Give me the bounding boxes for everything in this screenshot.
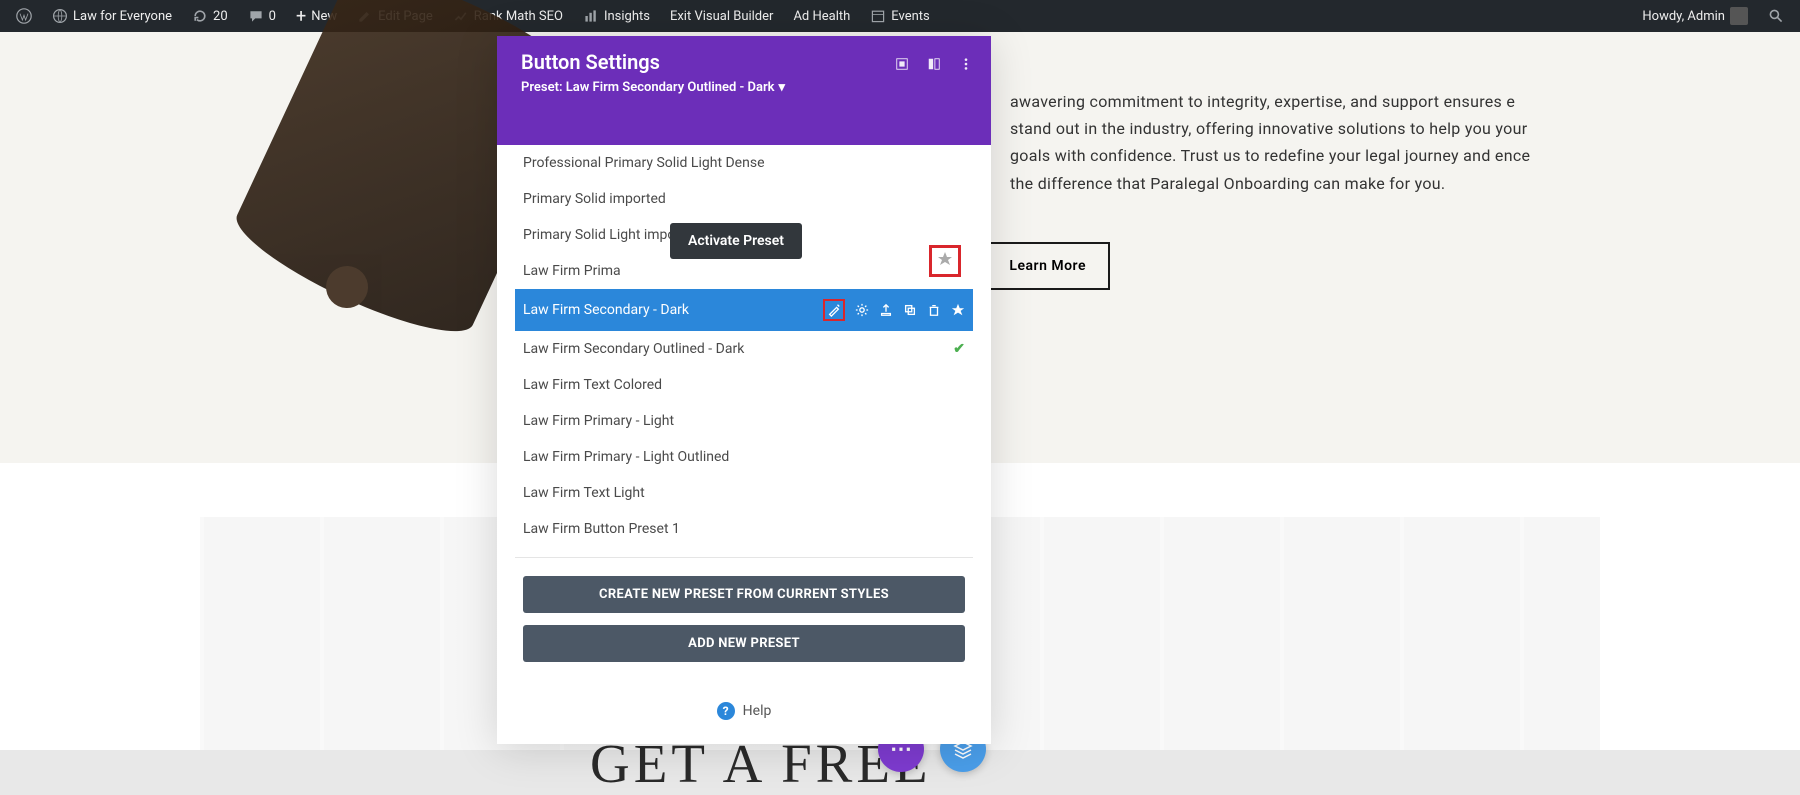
comments[interactable]: 0 [240,0,284,32]
help-label: Help [743,703,772,719]
preset-text: Law Firm Primary - Light Outlined [523,449,729,465]
refresh-count: 20 [213,9,228,24]
add-preset-button[interactable]: ADD NEW PRESET [523,625,965,662]
wp-admin-bar: Law for Everyone 20 0 +New Edit Page Ran… [0,0,1800,32]
preset-item[interactable]: Law Firm Button Preset 1 [523,511,965,547]
preset-item-selected[interactable]: Law Firm Secondary - Dark [515,289,973,331]
adhealth-label: Ad Health [793,9,850,24]
site-name[interactable]: Law for Everyone [44,0,180,32]
help-icon: ? [717,702,735,720]
preset-text: Law Firm Primary - Light [523,413,674,429]
activate-preset-tooltip: Activate Preset [670,223,802,259]
ad-health[interactable]: Ad Health [785,0,858,32]
preset-text: Law Firm Text Light [523,485,645,501]
preset-text: Law Firm Button Preset 1 [523,521,680,537]
refresh[interactable]: 20 [184,0,236,32]
modal-header: Button Settings Preset: Law Firm Seconda… [497,36,991,109]
preset-text: Law Firm Secondary Outlined - Dark [523,341,744,357]
preset-list: Activate Preset Professional Primary Sol… [497,145,991,682]
learn-more-button[interactable]: Learn More [985,242,1110,290]
body-paragraph: awavering commitment to integrity, exper… [1010,88,1550,197]
modal-tabs [497,109,991,145]
preset-label: Preset: Law Firm Secondary Outlined - Da… [521,80,775,95]
preset-dropdown[interactable]: Preset: Law Firm Secondary Outlined - Da… [521,80,785,95]
preset-text: Law Firm Text Colored [523,377,662,393]
preset-item[interactable]: Primary Solid imported [523,181,965,217]
star-icon[interactable] [951,303,965,317]
events-label: Events [891,9,929,24]
upload-icon[interactable] [879,303,893,317]
snap-icon[interactable] [927,56,941,75]
button-settings-modal: Button Settings Preset: Law Firm Seconda… [497,36,991,744]
preset-item[interactable]: Law Firm Primary - Light [523,403,965,439]
chevron-down-icon: ▾ [779,80,786,95]
preset-text: Law Firm Secondary - Dark [523,302,689,318]
copy-icon[interactable] [903,303,917,317]
preset-item[interactable]: Professional Primary Solid Light Dense [523,145,965,181]
preset-item[interactable]: Law Firm Primary - Light Outlined [523,439,965,475]
avatar [1730,7,1748,25]
comments-count: 0 [269,9,276,24]
expand-icon[interactable] [895,56,909,75]
insights[interactable]: Insights [575,0,658,32]
create-preset-button[interactable]: CREATE NEW PRESET FROM CURRENT STYLES [523,576,965,613]
help-link[interactable]: ? Help [497,682,991,744]
preset-item-active[interactable]: Law Firm Secondary Outlined - Dark ✔ [523,331,965,367]
exit-builder[interactable]: Exit Visual Builder [662,0,781,32]
preset-text: Professional Primary Solid Light Dense [523,155,765,171]
site-label: Law for Everyone [73,9,172,24]
preset-item[interactable]: Law Firm Text Light [523,475,965,511]
exit-label: Exit Visual Builder [670,9,773,24]
howdy[interactable]: Howdy, Admin [1634,0,1756,32]
divider [515,557,973,558]
preset-text: Primary Solid imported [523,191,666,207]
wp-logo[interactable] [8,0,40,32]
events[interactable]: Events [862,0,937,32]
gear-icon[interactable] [855,303,869,317]
preset-item[interactable]: Law Firm Text Colored [523,367,965,403]
modal-title: Button Settings [521,50,785,74]
howdy-label: Howdy, Admin [1642,9,1725,24]
search-icon[interactable] [1760,0,1792,32]
default-star-highlight[interactable] [929,245,961,277]
trash-icon[interactable] [927,303,941,317]
check-icon: ✔ [953,341,965,357]
more-icon[interactable] [959,56,973,75]
activate-preset-icon[interactable] [823,299,845,321]
insights-label: Insights [604,9,650,24]
preset-text: Law Firm Prima [523,263,621,279]
